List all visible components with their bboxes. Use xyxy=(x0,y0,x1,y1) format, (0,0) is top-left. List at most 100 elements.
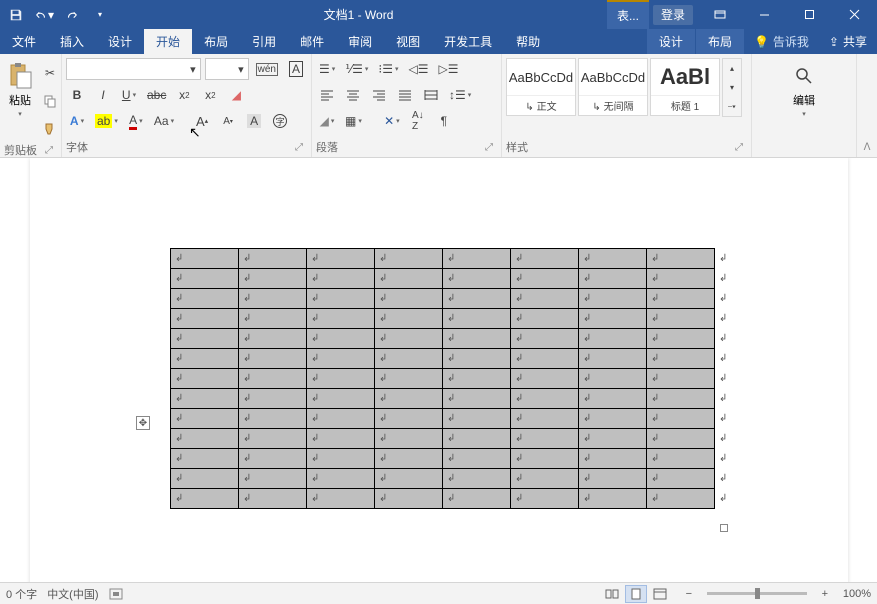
paste-button[interactable]: 粘贴 ▾ xyxy=(4,58,36,122)
align-right-button[interactable] xyxy=(368,84,390,106)
underline-button[interactable]: U▾ xyxy=(118,84,140,106)
collapse-ribbon-icon[interactable]: ᐱ xyxy=(864,142,871,153)
shrink-font-button[interactable]: A▾ xyxy=(217,110,239,132)
login-button[interactable]: 登录 xyxy=(653,5,693,25)
table-cell[interactable]: ↲ xyxy=(647,269,715,289)
table-cell[interactable]: ↲ xyxy=(239,329,307,349)
table-cell[interactable]: ↲ xyxy=(239,249,307,269)
tab-references[interactable]: 引用 xyxy=(240,29,288,54)
share-button[interactable]: ⇪共享 xyxy=(819,29,877,54)
tab-design[interactable]: 设计 xyxy=(96,29,144,54)
table-cell[interactable]: ↲ xyxy=(647,249,715,269)
table-cell[interactable]: ↲ xyxy=(171,469,239,489)
table-resize-handle[interactable] xyxy=(720,524,728,532)
table-cell[interactable]: ↲ xyxy=(511,289,579,309)
table-cell[interactable]: ↲ xyxy=(579,369,647,389)
table-cell[interactable]: ↲ xyxy=(511,249,579,269)
table-cell[interactable]: ↲ xyxy=(579,309,647,329)
table-cell[interactable]: ↲ xyxy=(307,369,375,389)
dialog-launcher-icon[interactable]: ⤢ xyxy=(45,145,57,156)
table-cell[interactable]: ↲ xyxy=(511,329,579,349)
table-cell[interactable]: ↲ xyxy=(443,289,511,309)
table-cell[interactable]: ↲ xyxy=(511,449,579,469)
table-cell[interactable]: ↲ xyxy=(375,309,443,329)
table-cell[interactable]: ↲ xyxy=(443,269,511,289)
clear-formatting-button[interactable]: ◢ xyxy=(225,84,247,106)
table-cell[interactable]: ↲ xyxy=(647,489,715,509)
table-cell[interactable]: ↲ xyxy=(647,369,715,389)
table-cell[interactable]: ↲ xyxy=(511,469,579,489)
table-cell[interactable]: ↲ xyxy=(579,349,647,369)
table-cell[interactable]: ↲ xyxy=(443,409,511,429)
table-cell[interactable]: ↲ xyxy=(171,309,239,329)
multilevel-button[interactable]: ⁝☰▾ xyxy=(375,58,401,80)
table-cell[interactable]: ↲ xyxy=(443,309,511,329)
table-cell[interactable]: ↲ xyxy=(375,469,443,489)
table-cell[interactable]: ↲ xyxy=(239,469,307,489)
table-cell[interactable]: ↲ xyxy=(307,289,375,309)
table-cell[interactable]: ↲ xyxy=(647,389,715,409)
table-cell[interactable]: ↲ xyxy=(171,449,239,469)
styles-scroll-down[interactable]: ▾ xyxy=(723,78,741,97)
style-item-heading1[interactable]: AaBl 标题 1 xyxy=(650,58,720,116)
table-cell[interactable]: ↲ xyxy=(443,429,511,449)
dialog-launcher-icon[interactable]: ⤢ xyxy=(485,142,497,153)
table-cell[interactable]: ↲ xyxy=(239,309,307,329)
table-cell[interactable]: ↲ xyxy=(511,409,579,429)
increase-indent-button[interactable]: ▷☰ xyxy=(435,58,461,80)
tab-layout[interactable]: 布局 xyxy=(192,29,240,54)
table-cell[interactable]: ↲ xyxy=(239,389,307,409)
table-cell[interactable]: ↲ xyxy=(375,429,443,449)
table-cell[interactable]: ↲ xyxy=(171,429,239,449)
table-cell[interactable]: ↲ xyxy=(511,489,579,509)
bold-button[interactable]: B xyxy=(66,84,88,106)
table-cell[interactable]: ↲ xyxy=(375,269,443,289)
qat-customize[interactable]: ▾ xyxy=(90,5,110,25)
table-cell[interactable]: ↲ xyxy=(579,489,647,509)
shading-button[interactable]: ◢▾ xyxy=(316,110,338,132)
borders-button[interactable]: ▦▾ xyxy=(342,110,365,132)
align-left-button[interactable] xyxy=(316,84,338,106)
table-cell[interactable]: ↲ xyxy=(375,449,443,469)
table-cell[interactable]: ↲ xyxy=(171,489,239,509)
numbering-button[interactable]: ⅟☰▾ xyxy=(342,58,371,80)
table-cell[interactable]: ↲ xyxy=(239,449,307,469)
read-mode-button[interactable] xyxy=(601,585,623,603)
table-cell[interactable]: ↲ xyxy=(375,489,443,509)
table-cell[interactable]: ↲ xyxy=(307,449,375,469)
show-hide-button[interactable]: ¶ xyxy=(433,110,455,132)
zoom-out-button[interactable]: − xyxy=(681,588,697,600)
tab-devtools[interactable]: 开发工具 xyxy=(432,29,504,54)
table-cell[interactable]: ↲ xyxy=(579,469,647,489)
word-count[interactable]: 0 个字 xyxy=(6,586,37,602)
table-move-handle[interactable]: ✥ xyxy=(136,416,150,430)
language-status[interactable]: 中文(中国) xyxy=(47,586,98,602)
tell-me[interactable]: 💡告诉我 xyxy=(744,29,819,54)
table-cell[interactable]: ↲ xyxy=(239,409,307,429)
dialog-launcher-icon[interactable]: ⤢ xyxy=(295,142,307,153)
italic-button[interactable]: I xyxy=(92,84,114,106)
table-cell[interactable]: ↲ xyxy=(511,349,579,369)
table-cell[interactable]: ↲ xyxy=(239,349,307,369)
styles-scroll-up[interactable]: ▴ xyxy=(723,59,741,78)
table-cell[interactable]: ↲ xyxy=(579,389,647,409)
table-cell[interactable]: ↲ xyxy=(443,389,511,409)
change-case-button[interactable]: Aa▾ xyxy=(151,110,177,132)
table-cell[interactable]: ↲ xyxy=(375,389,443,409)
table-cell[interactable]: ↲ xyxy=(647,449,715,469)
table-cell[interactable]: ↲ xyxy=(375,409,443,429)
macro-status[interactable] xyxy=(109,588,123,600)
table-cell[interactable]: ↲ xyxy=(579,449,647,469)
table-cell[interactable]: ↲ xyxy=(171,249,239,269)
tab-file[interactable]: 文件 xyxy=(0,29,48,54)
table-cell[interactable]: ↲ xyxy=(307,269,375,289)
cut-button[interactable]: ✂ xyxy=(40,62,60,84)
superscript-button[interactable]: x2 xyxy=(199,84,221,106)
line-spacing-button[interactable]: ↕☰▾ xyxy=(446,84,474,106)
table-cell[interactable]: ↲ xyxy=(307,249,375,269)
table-cell[interactable]: ↲ xyxy=(647,469,715,489)
table-cell[interactable]: ↲ xyxy=(511,389,579,409)
tab-view[interactable]: 视图 xyxy=(384,29,432,54)
table-cell[interactable]: ↲ xyxy=(307,429,375,449)
tab-insert[interactable]: 插入 xyxy=(48,29,96,54)
